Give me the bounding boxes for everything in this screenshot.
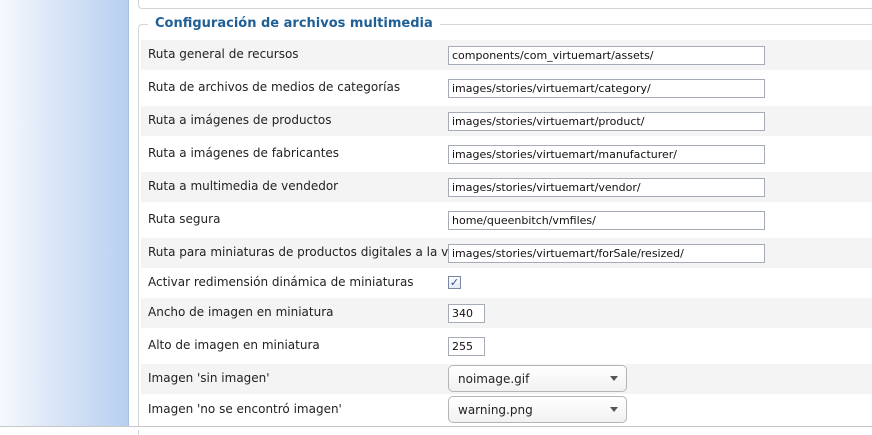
category-media-path-input[interactable]: images/stories/virtuemart/category/ xyxy=(448,79,765,98)
setting-row-manufacturer-images-path: Ruta a imágenes de fabricantes images/st… xyxy=(141,139,872,169)
setting-row-product-images-path: Ruta a imágenes de productos images/stor… xyxy=(141,106,872,136)
dynamic-thumbnail-resize-checkbox[interactable]: ✓ xyxy=(448,276,461,289)
field-label-general-path: Ruta general de recursos xyxy=(148,47,299,61)
field-label-dynamic-thumbnail-resize: Activar redimensión dinámica de miniatur… xyxy=(148,275,414,289)
setting-row-no-image: Imagen 'sin imagen' noimage.gif xyxy=(141,364,872,394)
left-sidebar-gradient xyxy=(0,0,129,429)
image-not-found-selected-value: warning.png xyxy=(458,403,533,417)
no-image-select[interactable]: noimage.gif xyxy=(448,365,627,392)
field-label-thumbnail-width: Ancho de imagen en miniatura xyxy=(148,305,334,319)
field-label-thumbnail-height: Alto de imagen en miniatura xyxy=(148,338,320,352)
field-label-manufacturer-images-path: Ruta a imágenes de fabricantes xyxy=(148,146,340,160)
previous-panel-edge xyxy=(138,0,872,9)
digital-products-thumbnail-path-input[interactable]: images/stories/virtuemart/forSale/resize… xyxy=(448,244,765,263)
page-bottom-edge xyxy=(0,426,872,430)
field-label-no-image: Imagen 'sin imagen' xyxy=(148,371,270,385)
field-label-product-images-path: Ruta a imágenes de productos xyxy=(148,113,332,127)
setting-row-general-path: Ruta general de recursos components/com_… xyxy=(141,40,872,70)
setting-row-thumbnail-height: Alto de imagen en miniatura 255 xyxy=(141,331,872,361)
checkmark-icon: ✓ xyxy=(449,276,460,289)
section-title: Configuración de archivos multimedia xyxy=(148,15,440,33)
image-not-found-select[interactable]: warning.png xyxy=(448,396,627,423)
setting-row-vendor-media-path: Ruta a multimedia de vendedor images/sto… xyxy=(141,172,872,202)
setting-row-dynamic-thumbnail-resize: Activar redimensión dinámica de miniatur… xyxy=(141,268,872,298)
setting-row-category-media-path: Ruta de archivos de medios de categorías… xyxy=(141,73,872,103)
field-label-vendor-media-path: Ruta a multimedia de vendedor xyxy=(148,179,339,193)
setting-row-secure-path: Ruta segura home/queenbitch/vmfiles/ xyxy=(141,205,872,235)
setting-row-image-not-found: Imagen 'no se encontró imagen' warning.p… xyxy=(141,395,872,425)
setting-row-thumbnail-width: Ancho de imagen en miniatura 340 xyxy=(141,298,872,328)
chevron-down-icon xyxy=(610,376,618,381)
thumbnail-width-input[interactable]: 340 xyxy=(448,304,485,323)
field-label-secure-path: Ruta segura xyxy=(148,212,221,226)
field-label-image-not-found: Imagen 'no se encontró imagen' xyxy=(148,402,342,416)
field-label-category-media-path: Ruta de archivos de medios de categorías xyxy=(148,80,401,94)
field-label-digital-products-thumbnail-path: Ruta para miniaturas de productos digita… xyxy=(148,245,476,259)
thumbnail-height-input[interactable]: 255 xyxy=(448,337,485,356)
product-images-path-input[interactable]: images/stories/virtuemart/product/ xyxy=(448,112,765,131)
manufacturer-images-path-input[interactable]: images/stories/virtuemart/manufacturer/ xyxy=(448,145,765,164)
secure-path-input[interactable]: home/queenbitch/vmfiles/ xyxy=(448,211,765,230)
setting-row-digital-products-thumbnail-path: Ruta para miniaturas de productos digita… xyxy=(141,238,872,268)
general-path-input[interactable]: components/com_virtuemart/assets/ xyxy=(448,46,765,65)
vendor-media-path-input[interactable]: images/stories/virtuemart/vendor/ xyxy=(448,178,765,197)
chevron-down-icon xyxy=(610,407,618,412)
no-image-selected-value: noimage.gif xyxy=(458,372,530,386)
